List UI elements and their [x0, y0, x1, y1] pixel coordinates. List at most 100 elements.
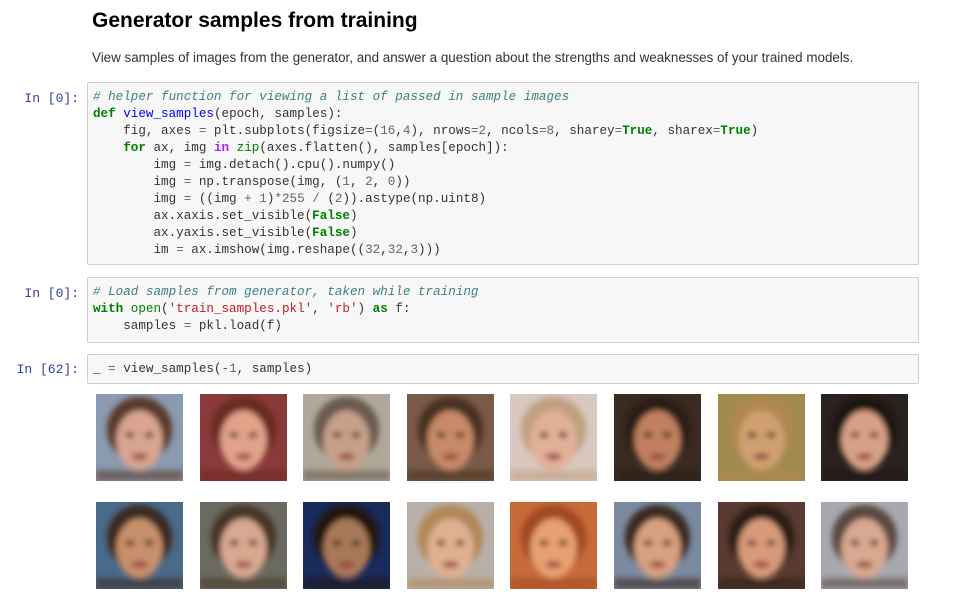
generated-face-image: [510, 502, 598, 589]
face-image-graphic: [199, 394, 287, 481]
code-keyword: with: [93, 302, 124, 316]
code-operator: =: [470, 124, 479, 138]
code-operator: =: [108, 362, 116, 376]
code-comment: # helper function for viewing a list of …: [93, 90, 570, 104]
code-line: # helper function for viewing a list of …: [93, 90, 569, 104]
code-line: def view_samples(epoch, samples):: [93, 107, 342, 121]
code-editor[interactable]: # Load samples from generator, taken whi…: [88, 278, 918, 335]
generated-face-image: [614, 502, 701, 589]
face-image-graphic: [406, 394, 494, 481]
face-image-graphic: [406, 502, 494, 589]
code-keyword: for: [123, 141, 146, 155]
code-text: ((img: [191, 192, 245, 206]
code-operator: /: [312, 192, 320, 206]
face-image-graphic: [96, 502, 183, 589]
code-operator: =: [176, 243, 184, 257]
face-image-graphic: [614, 394, 701, 481]
face-image-graphic: [303, 502, 391, 589]
code-text: ), nrows: [410, 124, 471, 138]
code-keyword: def: [93, 107, 116, 121]
code-cell-view-samples[interactable]: _ = view_samples(-1, samples): [87, 354, 919, 384]
generated-face-image: [717, 502, 805, 589]
face-image-graphic: [614, 502, 701, 589]
code-text: , samples): [236, 362, 313, 376]
code-editor[interactable]: # helper function for viewing a list of …: [88, 83, 918, 259]
face-image-graphic: [303, 394, 391, 481]
code-line: ax.yaxis.set_visible(False): [93, 226, 357, 240]
code-text: , ncols: [486, 124, 539, 138]
code-cell-helper[interactable]: # helper function for viewing a list of …: [87, 82, 919, 265]
code-number: 2: [365, 175, 373, 189]
code-text: ): [349, 209, 358, 223]
code-comment: # Load samples from generator, taken whi…: [93, 285, 479, 299]
code-operator: *: [274, 192, 282, 206]
face-image-graphic: [821, 502, 909, 589]
code-line: img = ((img + 1)*255 / (2)).astype(np.ui…: [93, 192, 486, 206]
code-keyword: as: [372, 302, 388, 316]
code-number: 16: [380, 124, 396, 138]
code-text: )): [395, 175, 411, 189]
code-number: 255: [281, 192, 305, 206]
code-text: ,: [395, 124, 403, 138]
code-line: samples = pkl.load(f): [93, 319, 282, 333]
code-keyword: False: [312, 226, 350, 240]
code-line: ax.xaxis.set_visible(False): [93, 209, 358, 223]
code-line: # Load samples from generator, taken whi…: [93, 285, 478, 299]
code-text: (: [161, 302, 169, 316]
generated-face-image: [717, 394, 805, 481]
face-image-graphic: [96, 394, 183, 481]
code-operator: =: [538, 124, 547, 138]
section-description: View samples of images from the generato…: [92, 50, 854, 65]
code-cell-load-samples[interactable]: # Load samples from generator, taken whi…: [87, 277, 919, 343]
code-text: img: [93, 192, 184, 206]
code-text: fig, axes: [93, 124, 199, 138]
code-text: np.transpose(img, (: [191, 175, 343, 189]
code-keyword: True: [720, 124, 751, 138]
code-text: view_samples(: [115, 362, 222, 376]
code-keyword: False: [312, 209, 350, 223]
code-text: , sharey: [554, 124, 615, 138]
code-text: ax, img: [145, 141, 214, 155]
generated-face-image: [96, 394, 183, 481]
code-number: 32: [365, 243, 381, 257]
cell-prompt: In [0]:: [24, 91, 79, 106]
generated-face-image: [406, 502, 494, 589]
code-keyword: True: [622, 124, 653, 138]
cell-prompt: In [0]:: [24, 286, 79, 301]
generated-face-image: [303, 502, 391, 589]
code-line: img = np.transpose(img, (1, 2, 0)): [93, 175, 410, 189]
code-editor[interactable]: _ = view_samples(-1, samples): [88, 355, 918, 378]
code-keyword: in: [213, 141, 230, 155]
cell-prompt: In [62]:: [16, 362, 79, 377]
code-line: img = img.detach().cpu().numpy(): [93, 158, 395, 172]
code-text: im: [93, 243, 177, 257]
code-text: pkl.load(f): [191, 319, 282, 333]
face-image-graphic: [199, 502, 287, 589]
face-image-graphic: [821, 394, 909, 481]
code-text: plt.subplots(figsize: [206, 124, 366, 138]
code-number: 8: [546, 124, 555, 138]
generated-face-image: [614, 394, 701, 481]
code-number: 1: [229, 362, 237, 376]
face-image-graphic: [717, 502, 805, 589]
code-builtin: open: [130, 302, 162, 316]
code-text: ,: [349, 175, 366, 189]
code-operator: -: [221, 362, 230, 376]
code-text: f:: [387, 302, 411, 316]
generated-face-image: [96, 502, 183, 589]
code-line: for ax, img in zip(axes.flatten(), sampl…: [93, 141, 509, 155]
code-text: ax.yaxis.set_visible(: [93, 226, 313, 240]
code-operator: =: [365, 124, 373, 138]
generated-face-image: [199, 394, 287, 481]
code-text: (epoch, samples):: [213, 107, 343, 121]
code-text: _: [93, 362, 109, 376]
code-number: 3: [410, 243, 419, 257]
code-operator: +: [244, 192, 252, 206]
code-string: 'rb': [327, 302, 358, 316]
section-heading: Generator samples from training: [92, 9, 418, 32]
code-line: with open('train_samples.pkl', 'rb') as …: [93, 302, 410, 316]
face-image-graphic: [510, 502, 598, 589]
